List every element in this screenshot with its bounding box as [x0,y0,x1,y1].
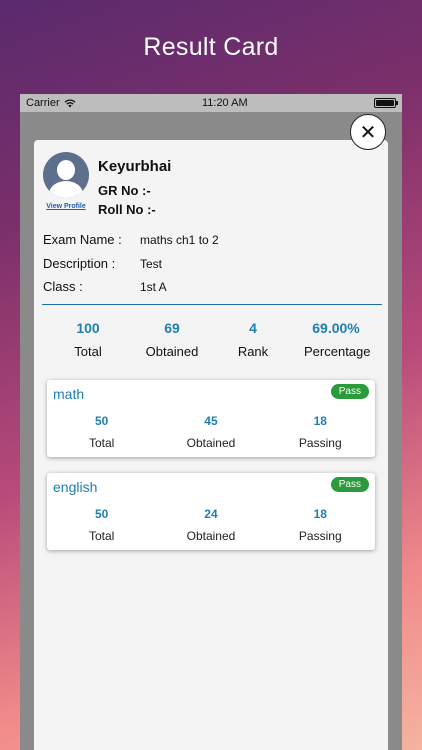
summary-label: Total [74,344,102,359]
divider [42,304,382,305]
summary-row: 100 Total 69 Obtained 4 Rank 69.00% Perc… [34,320,388,359]
profile-block: View Profile [42,152,90,210]
status-badge: Pass [330,384,369,399]
subject-card-math[interactable]: math Pass 50 Total 45 Obtained 18 Passin… [47,380,375,457]
phone-screen: Carrier 11:20 AM ✕ View Profile Keyurbha… [20,94,402,750]
description-value: Test [140,257,163,271]
stat-value: 18 [313,507,327,521]
stat-value: 50 [94,414,109,428]
battery-icon [373,98,398,108]
battery-level [375,100,394,106]
class-value: 1st A [140,280,167,294]
class-label: Class : [43,279,83,294]
subject-card-english[interactable]: english Pass 50 Total 24 Obtained 18 Pas… [47,473,375,550]
user-avatar-icon [43,152,89,198]
summary-total: 100 Total [34,320,142,359]
summary-obtained: 69 Obtained [142,320,202,359]
gr-number: GR No :- [98,183,151,198]
student-name: Keyurbhai [98,158,172,175]
subject-passing: 18 Passing [266,414,375,450]
stat-value: 45 [204,414,218,428]
summary-label: Rank [237,344,269,359]
stat-label: Passing [298,436,342,450]
stat-label: Obtained [186,529,236,543]
banner-title: Result Card [143,32,279,61]
class-row: Class : 1st A [43,279,167,294]
summary-value: 69.00% [312,320,360,336]
subject-stats: 50 Total 24 Obtained 18 Passing [47,507,375,543]
summary-percentage: 69.00% Percentage [304,320,371,359]
exam-name-row: Exam Name : maths ch1 to 2 [43,232,219,247]
description-row: Description : Test [43,256,162,271]
summary-value: 4 [249,320,257,336]
subject-name: english [53,479,98,495]
summary-value: 69 [164,320,180,336]
wifi-icon [64,98,76,107]
status-bar: Carrier 11:20 AM [20,94,402,112]
stat-value: 50 [94,507,109,521]
carrier-label: Carrier [26,97,60,109]
subject-name: math [53,386,85,402]
description-label: Description : [43,256,116,271]
exam-name-label: Exam Name : [43,232,122,247]
subject-obtained: 45 Obtained [156,414,265,450]
subject-passing: 18 Passing [266,507,375,543]
summary-value: 100 [76,320,100,336]
subject-total: 50 Total [47,414,156,450]
view-profile-link[interactable]: View Profile [42,203,90,210]
stat-value: 18 [313,414,327,428]
exam-name-value: maths ch1 to 2 [140,233,219,247]
summary-label: Percentage [304,344,371,359]
summary-label: Obtained [145,344,199,359]
stat-label: Obtained [186,436,236,450]
close-button[interactable]: ✕ [350,114,386,150]
status-badge: Pass [330,477,369,492]
subject-total: 50 Total [47,507,156,543]
roll-number: Roll No :- [98,202,156,217]
subject-obtained: 24 Obtained [156,507,265,543]
stat-label: Passing [298,529,342,543]
status-time: 11:20 AM [201,97,248,109]
close-icon: ✕ [359,121,377,144]
result-card: View Profile Keyurbhai GR No :- Roll No … [34,140,388,750]
stat-value: 24 [204,507,218,521]
subject-stats: 50 Total 45 Obtained 18 Passing [47,414,375,450]
stat-label: Total [88,436,115,450]
stat-label: Total [88,529,115,543]
summary-rank: 4 Rank [202,320,304,359]
banner: Result Card [0,0,422,94]
